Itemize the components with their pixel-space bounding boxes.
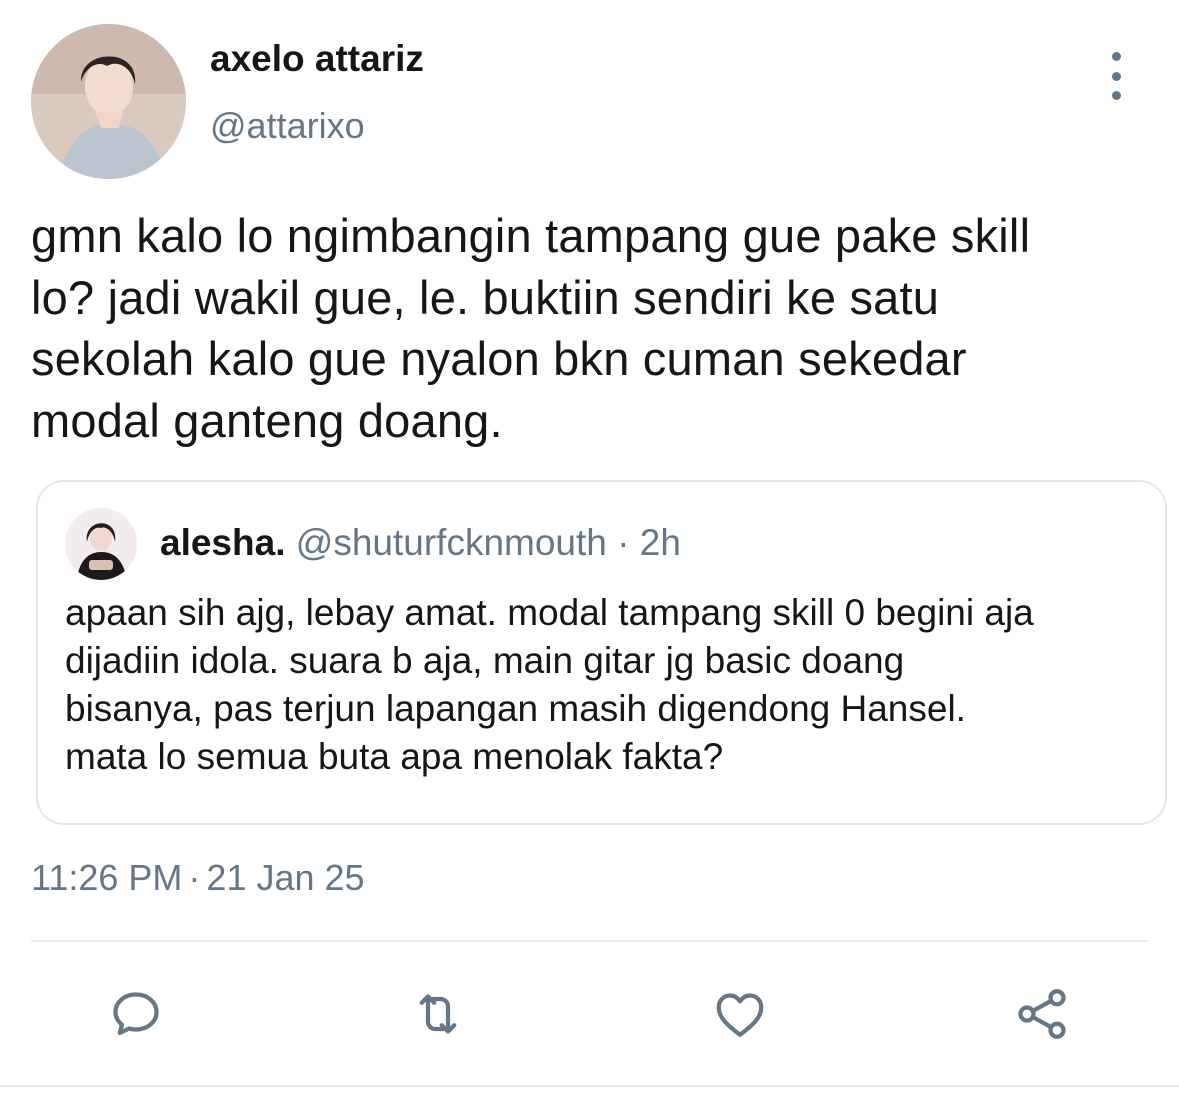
tweet-text-line: sekolah kalo gue nyalon bkn cuman sekeda…	[31, 332, 967, 385]
more-options-button[interactable]	[1096, 52, 1136, 100]
author-handle[interactable]: @attarixo	[210, 105, 365, 147]
author-avatar[interactable]	[31, 24, 186, 179]
retweet-icon	[419, 994, 457, 1034]
bottom-divider	[0, 1085, 1179, 1087]
tweet-detail: axelo attariz @attarixo gmn kalo lo ngim…	[0, 0, 1179, 1104]
header-separator: ·	[617, 522, 630, 563]
quoted-tweet-header: alesha. @shuturfcknmouth · 2h	[160, 520, 681, 566]
quoted-text-line: mata lo semua buta apa menolak fakta?	[65, 736, 724, 777]
tweet-timestamp[interactable]: 11:26 PM · 21 Jan 25	[31, 857, 365, 899]
timestamp-separator: ·	[188, 857, 201, 898]
more-icon	[1111, 52, 1121, 61]
tweet-text: gmn kalo lo ngimbangin tampang gue pake …	[31, 205, 1141, 451]
quoted-tweet-card[interactable]: alesha. @shuturfcknmouth · 2h apaan sih …	[36, 480, 1167, 825]
quoted-text-line: bisanya, pas terjun lapangan masih digen…	[65, 688, 966, 729]
divider	[31, 940, 1148, 942]
quoted-text-line: apaan sih ajg, lebay amat. modal tampang…	[65, 592, 1034, 633]
quoted-author-name[interactable]: alesha.	[160, 522, 285, 563]
tweet-text-line: gmn kalo lo ngimbangin tampang gue pake …	[31, 209, 1031, 262]
quoted-tweet-time: 2h	[639, 522, 681, 563]
more-icon-dot	[1111, 71, 1121, 81]
quoted-text-line: dijadiin idola. suara b aja, main gitar …	[65, 640, 905, 681]
tweet-text-line: modal ganteng doang.	[31, 393, 503, 447]
more-icon-dot	[1111, 91, 1121, 100]
like-icon	[716, 993, 764, 1037]
quoted-author-handle[interactable]: @shuturfcknmouth	[296, 522, 607, 563]
share-icon	[1018, 989, 1066, 1039]
reply-button[interactable]	[104, 982, 168, 1046]
quoted-tweet-text: apaan sih ajg, lebay amat. modal tampang…	[65, 589, 1145, 781]
share-button[interactable]	[1010, 982, 1074, 1046]
tweet-time: 11:26 PM	[31, 857, 183, 898]
profile-photo-icon	[31, 24, 186, 179]
tweet-text-line: lo? jadi wakil gue, le. buktiin sendiri …	[31, 270, 940, 324]
like-button[interactable]	[708, 982, 772, 1046]
tweet-date: 21 Jan 25	[206, 857, 365, 898]
author-display-name[interactable]: axelo attariz	[210, 38, 424, 80]
profile-photo-icon	[65, 508, 137, 580]
quoted-author-avatar[interactable]	[65, 508, 137, 580]
reply-icon	[113, 992, 159, 1036]
retweet-button[interactable]	[406, 982, 470, 1046]
